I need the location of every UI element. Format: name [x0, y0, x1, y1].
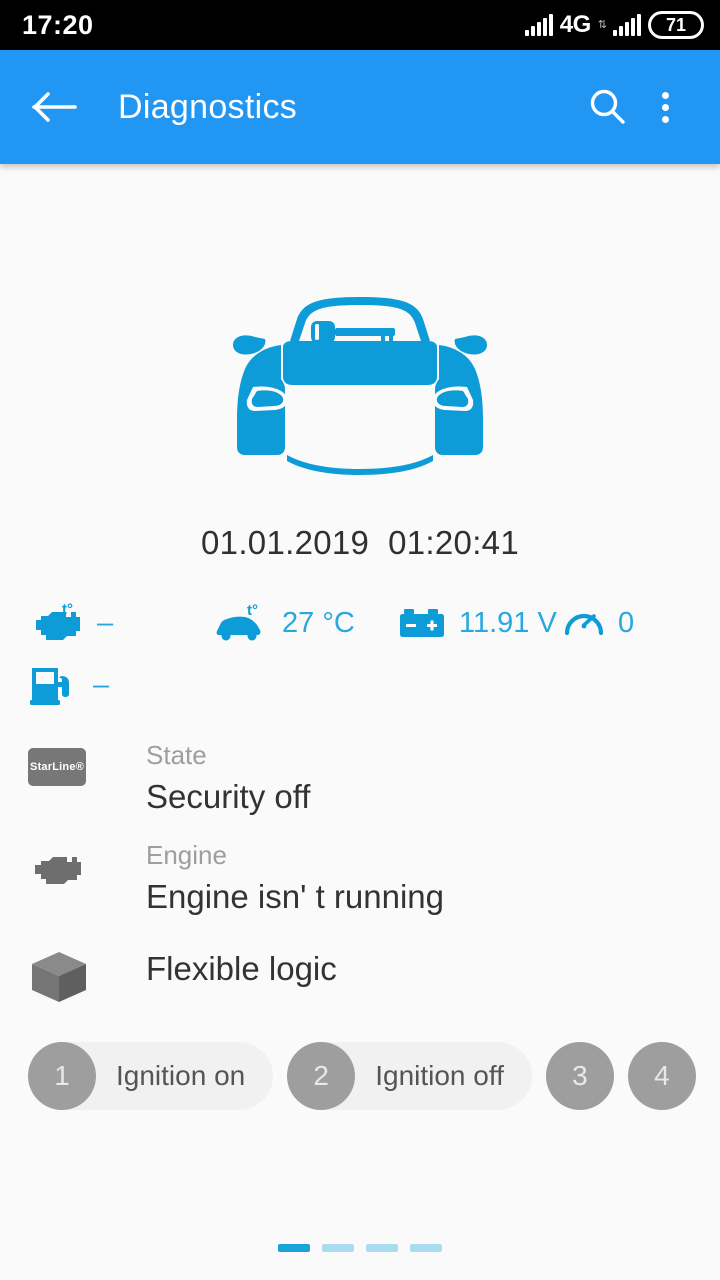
network-type-label: 4G — [559, 11, 592, 38]
battery-icon: 71 — [648, 11, 704, 39]
flexible-logic-chips: 1 Ignition on 2 Ignition off 3 4 — [0, 1042, 720, 1110]
chip-number-badge: 2 — [287, 1042, 356, 1110]
chip-number-badge: 3 — [545, 1042, 614, 1110]
engine-icon — [28, 838, 116, 890]
fuel-level-icon — [28, 662, 80, 708]
starline-logo-icon: StarLine® — [28, 738, 116, 786]
page-indicator-dot-4[interactable] — [410, 1244, 442, 1252]
chip-slot-4[interactable]: 4 — [627, 1042, 696, 1110]
data-transfer-arrows-icon: ⇅ — [597, 18, 607, 31]
info-row-state[interactable]: StarLine® State Security off — [0, 738, 720, 838]
info-row-engine-text: Engine Engine isn' t running — [116, 838, 444, 920]
overflow-menu-icon[interactable] — [636, 78, 694, 136]
search-icon[interactable] — [578, 78, 636, 136]
engine-value: Engine isn' t running — [146, 878, 444, 915]
fuel-level-value: – — [93, 668, 110, 701]
page-indicator-dot-1[interactable] — [278, 1244, 310, 1252]
back-arrow-icon[interactable] — [26, 78, 84, 136]
info-row-flexible-logic-text: Flexible logic — [116, 938, 337, 992]
metric-fuel-level: – — [28, 662, 213, 708]
starline-badge-label: StarLine® — [28, 748, 86, 786]
engine-temperature-icon: t° — [28, 601, 84, 645]
metrics-row-2: – — [28, 654, 692, 716]
state-value: Security off — [146, 778, 311, 815]
page-title: Diagnostics — [118, 87, 298, 126]
app-bar: Diagnostics — [0, 50, 720, 164]
info-list: StarLine® State Security off Engine Engi… — [0, 738, 720, 1038]
metric-battery-voltage: 11.91 V — [398, 605, 563, 641]
metric-speed: 0 — [563, 604, 683, 642]
diagnostics-timestamp: 01.01.2019 01:20:41 — [201, 524, 519, 561]
chip-ignition-off[interactable]: 2 Ignition off — [287, 1042, 532, 1110]
speedometer-icon — [563, 604, 605, 642]
diagnostics-screen: 17:20 4G ⇅ 71 Diagnostics 01.01.2019 01:… — [0, 0, 720, 1280]
page-indicator[interactable] — [0, 1244, 720, 1252]
svg-text:t°: t° — [62, 601, 73, 618]
chip-number-badge: 4 — [627, 1042, 696, 1110]
state-label: State — [146, 740, 207, 770]
svg-text:t°: t° — [247, 602, 258, 619]
battery-voltage-icon — [398, 605, 446, 641]
signal-bars-icon — [524, 14, 553, 36]
engine-label: Engine — [146, 840, 227, 870]
chip-number-badge: 1 — [28, 1042, 96, 1110]
engine-temperature-value: – — [97, 606, 114, 639]
metrics-row-1: t° – t° 27 °C 11.91 V 0 — [28, 592, 692, 654]
cabin-temperature-icon: t° — [213, 601, 269, 645]
page-indicator-dot-3[interactable] — [366, 1244, 398, 1252]
info-row-flexible-logic[interactable]: Flexible logic — [0, 938, 720, 1038]
status-bar: 17:20 4G ⇅ 71 — [0, 0, 720, 50]
car-front-with-key-icon — [0, 164, 720, 479]
speed-value: 0 — [618, 606, 635, 639]
chip-slot-3[interactable]: 3 — [545, 1042, 614, 1110]
metric-cabin-temperature: t° 27 °C — [213, 601, 398, 645]
chip-ignition-on[interactable]: 1 Ignition on — [28, 1042, 274, 1110]
cabin-temperature-value: 27 °C — [282, 606, 355, 639]
cube-icon — [28, 938, 116, 1006]
battery-level-label: 71 — [665, 14, 687, 35]
diagnostics-content: 01.01.2019 01:20:41 t° – t° 27 °C 11.91 … — [0, 164, 720, 1280]
signal-bars-icon-secondary — [613, 14, 641, 36]
metrics-grid: t° – t° 27 °C 11.91 V 0 – — [0, 592, 720, 716]
info-row-state-text: State Security off — [116, 738, 310, 820]
page-indicator-dot-2[interactable] — [322, 1244, 354, 1252]
flexible-logic-title: Flexible logic — [146, 950, 337, 987]
status-bar-clock: 17:20 — [22, 9, 94, 40]
metric-engine-temperature: t° – — [28, 601, 213, 645]
battery-voltage-value: 11.91 V — [459, 606, 557, 639]
info-row-engine[interactable]: Engine Engine isn' t running — [0, 838, 720, 938]
chip-label: Ignition off — [375, 1060, 504, 1091]
chip-label: Ignition on — [116, 1060, 246, 1091]
status-bar-icons: 4G ⇅ 71 — [524, 11, 704, 39]
